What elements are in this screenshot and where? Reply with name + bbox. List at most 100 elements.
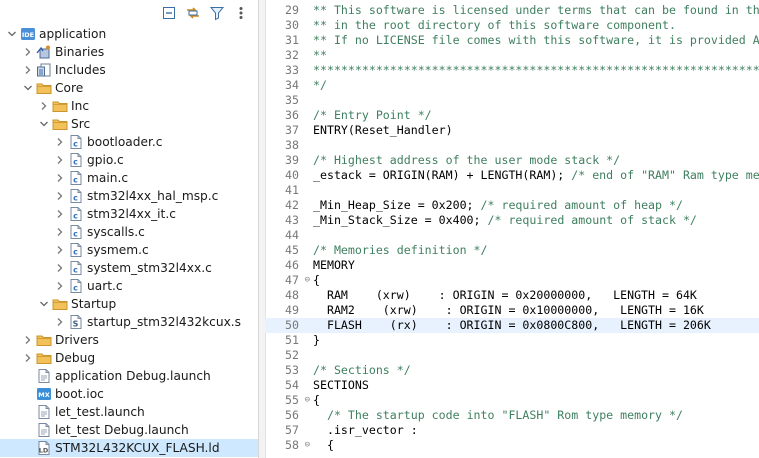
chevron-right-icon[interactable] — [22, 331, 34, 349]
chevron-right-icon[interactable] — [38, 97, 50, 115]
code-line[interactable]: 41 — [265, 183, 759, 198]
code-line[interactable]: 37 ENTRY(Reset_Handler) — [265, 123, 759, 138]
view-menu-button[interactable] — [232, 6, 250, 24]
code-line[interactable]: 46 MEMORY — [265, 258, 759, 273]
code-line[interactable]: 36 /* Entry Point */ — [265, 108, 759, 123]
collapse-all-button[interactable] — [160, 6, 178, 24]
chevron-right-icon[interactable] — [22, 61, 34, 79]
chevron-right-icon[interactable] — [22, 349, 34, 367]
tree-item-uart-c[interactable]: c uart.c — [0, 277, 258, 295]
chevron-right-icon[interactable] — [54, 259, 66, 277]
project-tree: IDE application Binaries Includes Core Inc Src… — [0, 25, 258, 457]
chevron-down-icon[interactable] — [38, 295, 50, 313]
code-line[interactable]: 35 — [265, 93, 759, 108]
chevron-right-icon[interactable] — [54, 151, 66, 169]
line-number-text: 54 — [285, 378, 299, 392]
code-line[interactable]: 48 RAM (xrw) : ORIGIN = 0x20000000, LENG… — [265, 288, 759, 303]
filter-button[interactable] — [208, 6, 226, 24]
tree-item-binaries[interactable]: Binaries — [0, 43, 258, 61]
line-number-text: 30 — [285, 18, 299, 32]
tree-item-label: let_test.launch — [55, 405, 145, 419]
code-line[interactable]: 34 */ — [265, 78, 759, 93]
code-line[interactable]: 57 .isr_vector : — [265, 423, 759, 438]
tree-item-syscalls-c[interactable]: c syscalls.c — [0, 223, 258, 241]
chevron-right-icon[interactable] — [54, 205, 66, 223]
code-line[interactable]: 30 ** in the root directory of this softw… — [265, 18, 759, 33]
tree-item-includes[interactable]: Includes — [0, 61, 258, 79]
tree-item-boot-ioc[interactable]: MX boot.ioc — [0, 385, 258, 403]
code-line[interactable]: 54 SECTIONS — [265, 378, 759, 393]
code-line[interactable]: 43 _Min_Stack_Size = 0x400; /* required a… — [265, 213, 759, 228]
chevron-down-icon[interactable] — [6, 25, 18, 43]
code-line[interactable]: 58 ⊖ { — [265, 438, 759, 453]
code-line[interactable]: 49 RAM2 (xrw) : ORIGIN = 0x10000000, LEN… — [265, 303, 759, 318]
code-line[interactable]: 56 /* The startup code into "FLASH" Rom … — [265, 408, 759, 423]
chevron-right-icon[interactable] — [54, 223, 66, 241]
code-line[interactable]: 29 ** This software is licensed under ter… — [265, 3, 759, 18]
tree-item-stm32l432kcux-flash-ld[interactable]: LD STM32L432KCUX_FLASH.ld — [0, 439, 258, 457]
tree-item-let-test-debug-launch[interactable]: let_test Debug.launch — [0, 421, 258, 439]
line-number-text: 46 — [285, 258, 299, 272]
fold-toggle-icon[interactable]: ⊖ — [302, 393, 310, 408]
line-number-text: 44 — [285, 228, 299, 242]
tree-item-stm32l4xx-hal-msp-c[interactable]: c stm32l4xx_hal_msp.c — [0, 187, 258, 205]
ide-window: IDE application Binaries Includes Core Inc Src… — [0, 0, 759, 458]
tree-item-main-c[interactable]: c main.c — [0, 169, 258, 187]
line-number-text: 51 — [285, 333, 299, 347]
code-line[interactable]: 53 /* Sections */ — [265, 363, 759, 378]
tree-item-stm32l4xx-it-c[interactable]: c stm32l4xx_it.c — [0, 205, 258, 223]
code-line[interactable]: 33 **************************************… — [265, 63, 759, 78]
code-editor[interactable]: 29 ** This software is licensed under ter… — [259, 0, 759, 458]
tree-item-bootloader-c[interactable]: c bootloader.c — [0, 133, 258, 151]
code-line[interactable]: 39 /* Highest address of the user mode st… — [265, 153, 759, 168]
code-line[interactable]: 45 /* Memories definition */ — [265, 243, 759, 258]
chevron-down-icon[interactable] — [38, 115, 50, 133]
tree-item-core[interactable]: Core — [0, 79, 258, 97]
svg-text:c: c — [73, 230, 78, 239]
code-line[interactable]: 50 FLASH (rx) : ORIGIN = 0x0800C800, LEN… — [265, 318, 759, 333]
chevron-right-icon[interactable] — [54, 313, 66, 331]
code-line[interactable]: 40 _estack = ORIGIN(RAM) + LENGTH(RAM); /… — [265, 168, 759, 183]
tree-item-gpio-c[interactable]: c gpio.c — [0, 151, 258, 169]
tree-item-application[interactable]: IDE application — [0, 25, 258, 43]
tree-item-inc[interactable]: Inc — [0, 97, 258, 115]
code-line[interactable]: 52 — [265, 348, 759, 363]
tree-item-debug[interactable]: Debug — [0, 349, 258, 367]
code-line[interactable]: 32 ** — [265, 48, 759, 63]
code-text: ** This software is licensed under terms… — [303, 3, 759, 18]
chevron-right-icon[interactable] — [54, 277, 66, 295]
code-line[interactable]: 55 ⊖{ — [265, 393, 759, 408]
chevron-down-icon[interactable] — [22, 79, 34, 97]
code-line[interactable]: 31 ** If no LICENSE file comes with this … — [265, 33, 759, 48]
chevron-right-icon[interactable] — [54, 169, 66, 187]
view-menu-icon — [233, 5, 249, 25]
code-line[interactable]: 38 — [265, 138, 759, 153]
tree-item-startup-stm32l432kcux-s[interactable]: Sstartup_stm32l432kcux.s — [0, 313, 258, 331]
line-number-text: 37 — [285, 123, 299, 137]
chevron-right-icon[interactable] — [54, 187, 66, 205]
fold-toggle-icon[interactable]: ⊖ — [302, 438, 310, 453]
fold-toggle-icon[interactable]: ⊖ — [302, 273, 310, 288]
code-token: MEMORY — [313, 258, 355, 272]
tree-item-startup[interactable]: Startup — [0, 295, 258, 313]
svg-text:c: c — [73, 140, 78, 149]
tree-item-src[interactable]: Src — [0, 115, 258, 133]
code-line[interactable]: 47 ⊖{ — [265, 273, 759, 288]
tree-item-sysmem-c[interactable]: c sysmem.c — [0, 241, 258, 259]
chevron-right-icon[interactable] — [22, 43, 34, 61]
code-text: SECTIONS — [303, 378, 369, 393]
tree-item-application-debug-launch[interactable]: application Debug.launch — [0, 367, 258, 385]
chevron-right-icon[interactable] — [54, 133, 66, 151]
tree-item-let-test-launch[interactable]: let_test.launch — [0, 403, 258, 421]
svg-text:c: c — [73, 194, 78, 203]
c-file-icon: c — [68, 242, 84, 258]
code-line[interactable]: 44 — [265, 228, 759, 243]
code-line[interactable]: 42 _Min_Heap_Size = 0x200; /* required am… — [265, 198, 759, 213]
tree-item-drivers[interactable]: Drivers — [0, 331, 258, 349]
code-line[interactable]: 51} — [265, 333, 759, 348]
tree-item-system-stm32l4xx-c[interactable]: c system_stm32l4xx.c — [0, 259, 258, 277]
chevron-right-icon[interactable] — [54, 241, 66, 259]
tree-item-label: Drivers — [55, 333, 99, 347]
link-with-editor-button[interactable] — [184, 6, 202, 24]
line-number-text: 38 — [285, 138, 299, 152]
